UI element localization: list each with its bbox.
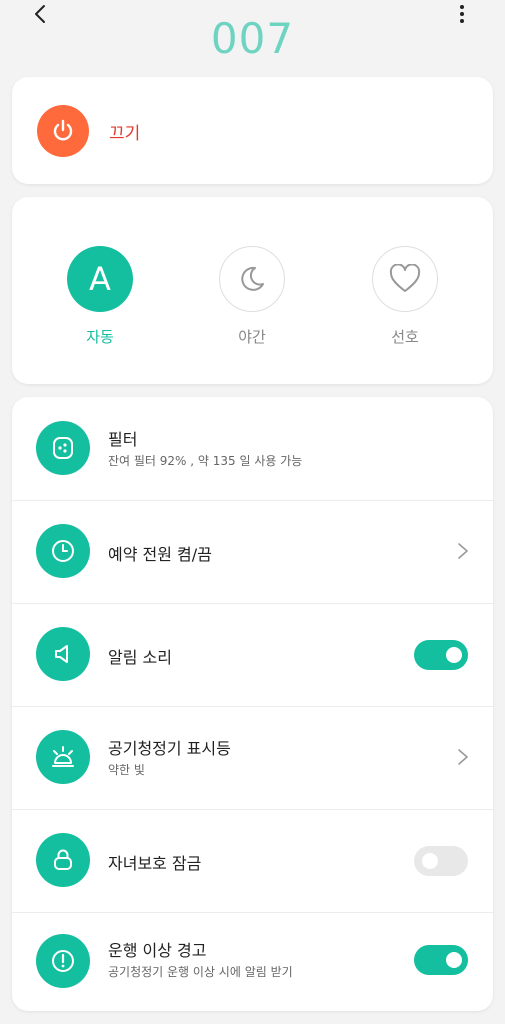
speaker-icon	[36, 627, 90, 681]
toggle-knob	[446, 647, 462, 663]
settings-row-subtitle: 잔여 필터 92% , 약 135 일 사용 가능	[108, 454, 303, 468]
power-button[interactable]	[37, 105, 89, 157]
settings-row-schedule[interactable]: 예약 전원 켬/끔	[12, 500, 493, 604]
alert-icon	[36, 934, 90, 988]
sound-toggle[interactable]	[414, 640, 468, 670]
settings-row-title: 운행 이상 경고	[108, 941, 207, 960]
device-title: 007	[210, 14, 295, 63]
settings-row-title: 공기청정기 표시등	[108, 739, 231, 758]
mode-night-label: 야간	[238, 328, 266, 346]
filter-icon	[36, 421, 90, 475]
clock-icon	[36, 524, 90, 578]
settings-row-subtitle: 공기청정기 운행 이상 시에 알림 받기	[108, 965, 293, 979]
auto-mode-icon: A	[67, 246, 133, 312]
mode-night[interactable]: 야간	[218, 246, 286, 347]
settings-row-title: 필터	[108, 430, 138, 449]
settings-row-malfunction-alert: 운행 이상 경고 공기청정기 운행 이상 시에 알림 받기	[12, 912, 493, 1011]
mode-card: A 자동 야간 선호	[12, 197, 493, 384]
power-icon	[53, 119, 73, 141]
more-vertical-icon[interactable]	[452, 2, 472, 28]
settings-row-child-lock: 자녀보호 잠금	[12, 809, 493, 913]
mode-favorite[interactable]: 선호	[371, 246, 439, 347]
settings-row-title: 알림 소리	[108, 648, 172, 667]
settings-row-title: 자녀보호 잠금	[108, 854, 202, 873]
settings-list: 필터 잔여 필터 92% , 약 135 일 사용 가능 예약 전원 켬/끔 알…	[12, 397, 493, 1011]
power-label: 끄기	[109, 124, 141, 144]
mode-auto[interactable]: A 자동	[66, 246, 134, 347]
settings-row-sound: 알림 소리	[12, 603, 493, 707]
mode-favorite-label: 선호	[391, 328, 419, 346]
chevron-right-icon	[458, 749, 468, 765]
heart-icon	[372, 246, 438, 312]
malfunction-alert-toggle[interactable]	[414, 945, 468, 975]
toggle-knob	[446, 952, 462, 968]
mode-auto-label: 자동	[86, 328, 114, 346]
settings-row-subtitle: 약한 빛	[108, 763, 145, 777]
top-bar: 007	[0, 0, 505, 70]
moon-icon	[219, 246, 285, 312]
toggle-knob	[422, 853, 438, 869]
child-lock-toggle[interactable]	[414, 846, 468, 876]
power-card: 끄기	[12, 77, 493, 184]
lock-icon	[36, 833, 90, 887]
settings-row-title: 예약 전원 켬/끔	[108, 545, 212, 564]
light-icon	[36, 730, 90, 784]
chevron-right-icon	[458, 543, 468, 559]
settings-row-filter[interactable]: 필터 잔여 필터 92% , 약 135 일 사용 가능	[12, 397, 493, 501]
settings-row-indicator[interactable]: 공기청정기 표시등 약한 빛	[12, 706, 493, 810]
